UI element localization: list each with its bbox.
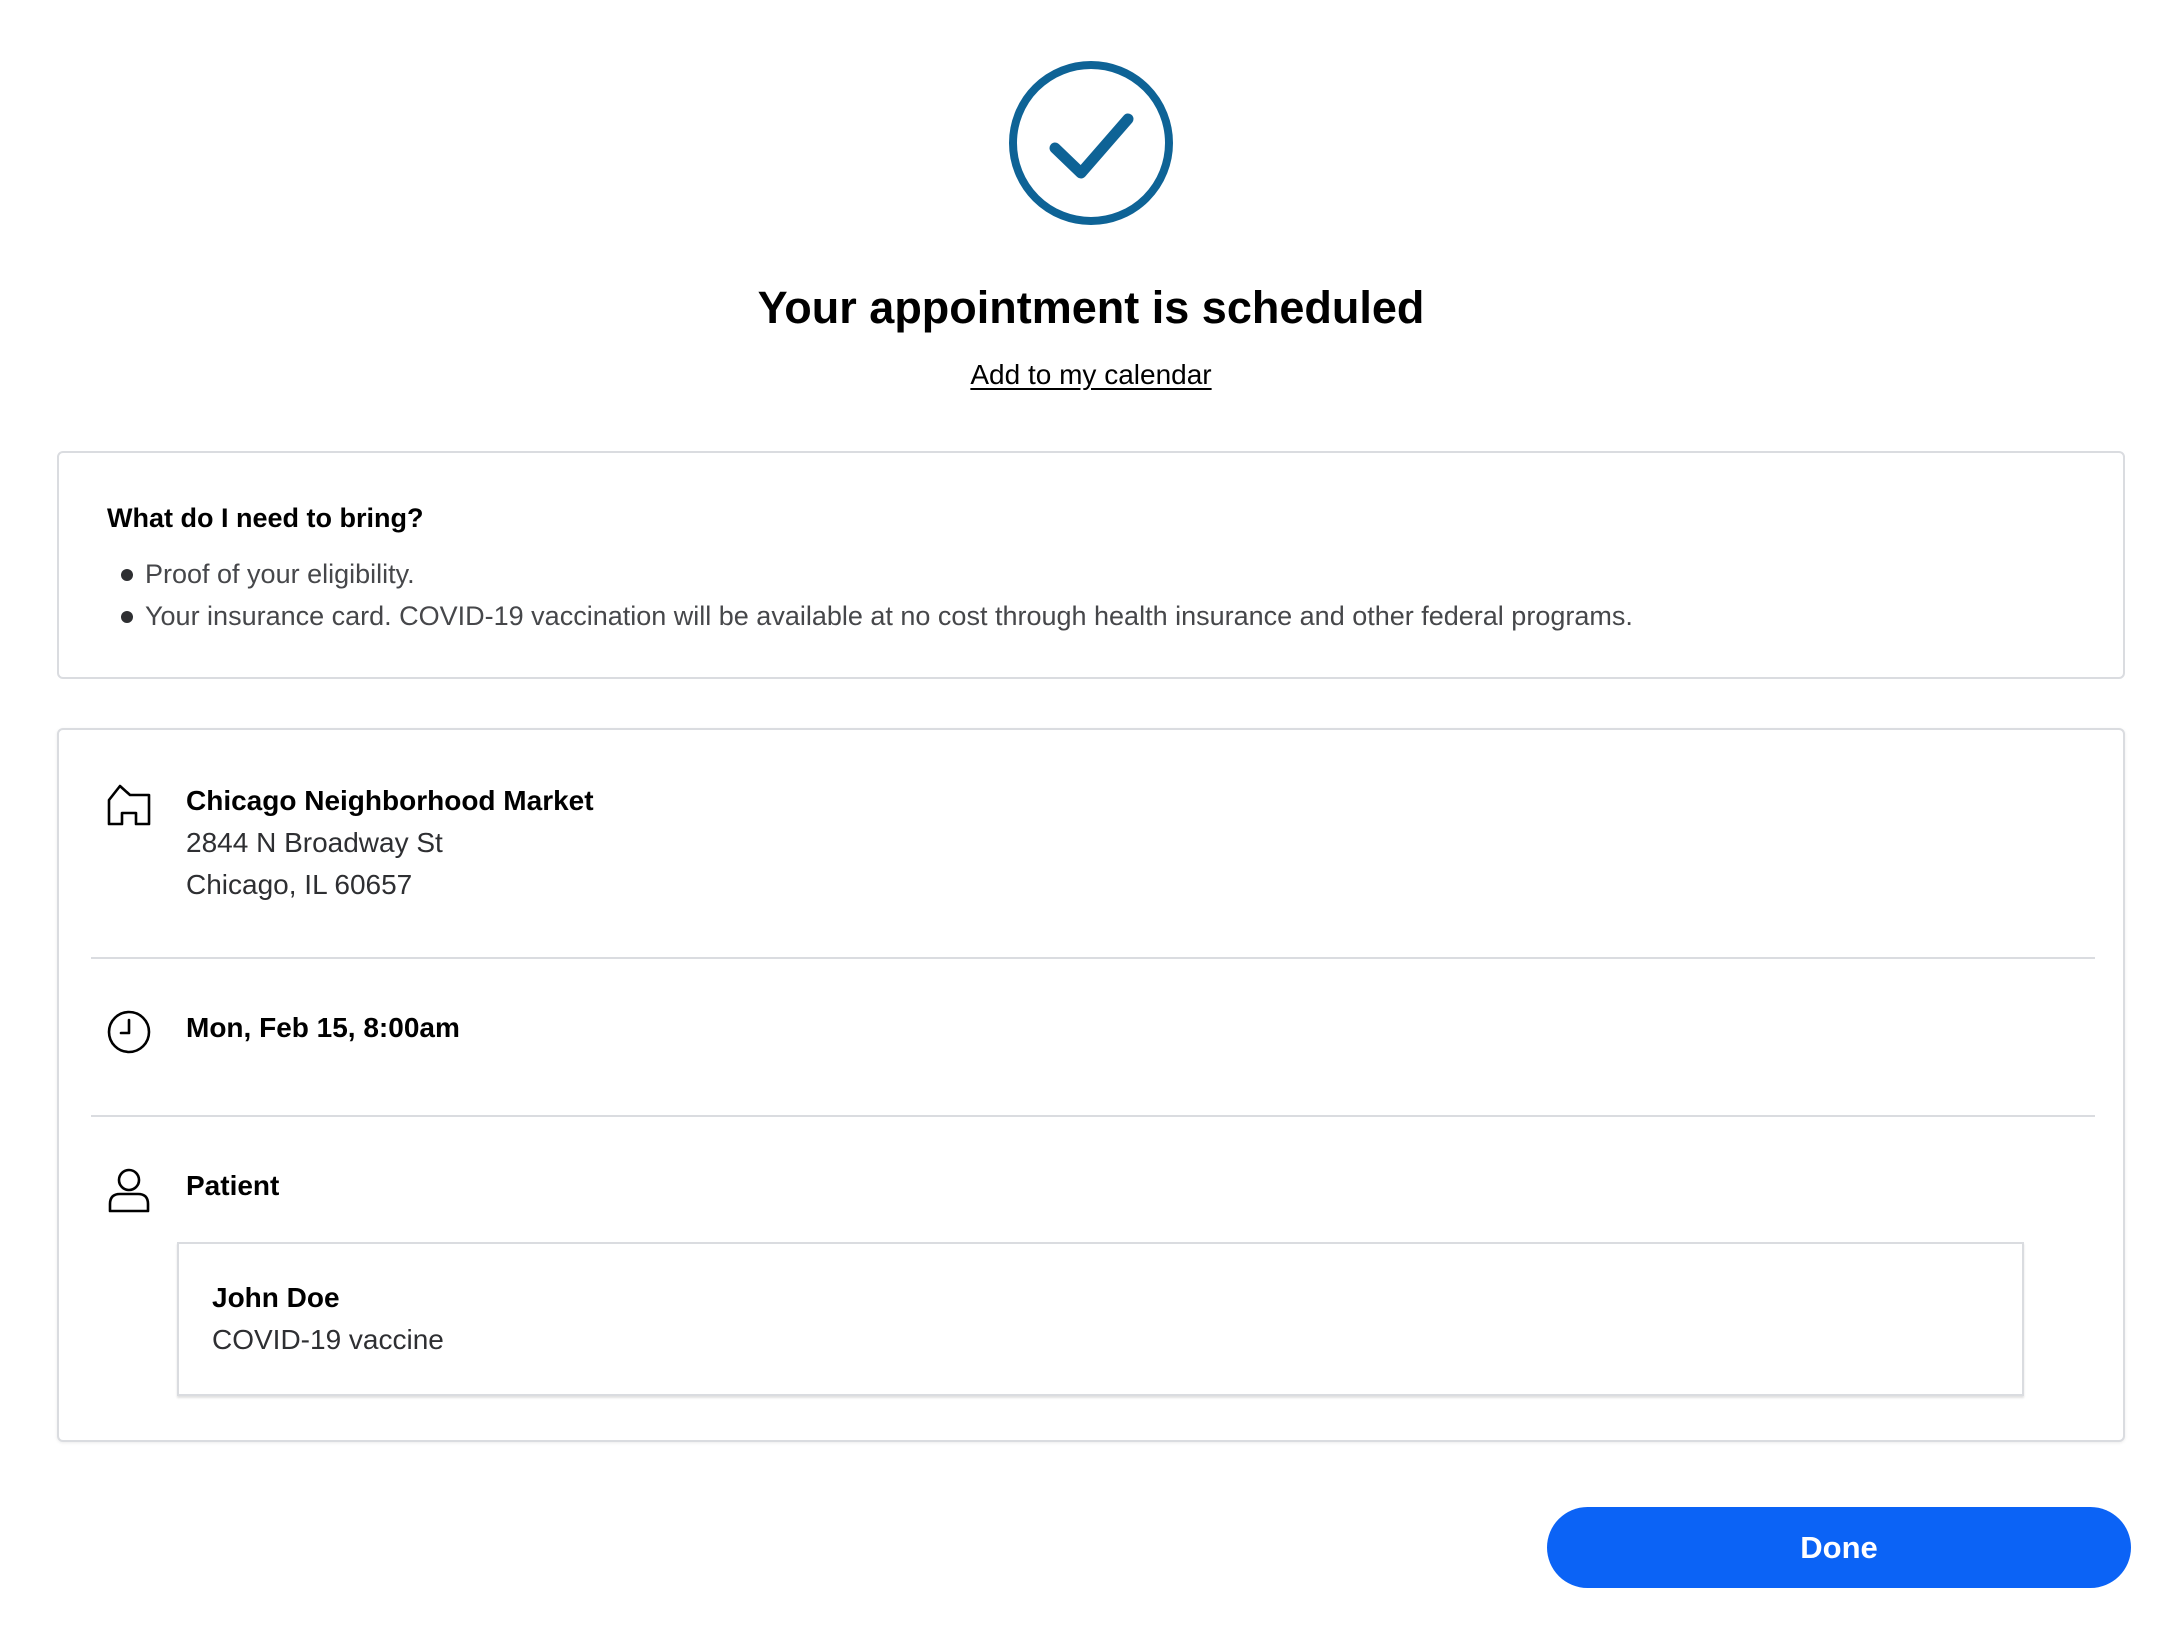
bring-heading: What do I need to bring? xyxy=(107,503,424,533)
list-item: Proof of your eligibility. xyxy=(121,553,1633,595)
page-title: Your appointment is scheduled xyxy=(757,282,1425,333)
list-item: Your insurance card. COVID-19 vaccinatio… xyxy=(121,595,1633,637)
done-button[interactable]: Done xyxy=(1547,1507,2131,1588)
add-to-calendar-link[interactable]: Add to my calendar xyxy=(970,359,1211,390)
store-address-line1: 2844 N Broadway St xyxy=(186,827,443,858)
divider xyxy=(91,957,2095,959)
patient-card: John Doe COVID-19 vaccine xyxy=(177,1242,2024,1396)
store-icon xyxy=(105,781,153,829)
patient-label: Patient xyxy=(186,1170,280,1201)
bring-list: Proof of your eligibility. Your insuranc… xyxy=(121,553,1633,637)
store-name: Chicago Neighborhood Market xyxy=(186,785,594,816)
check-circle-icon xyxy=(1007,59,1175,227)
patient-service: COVID-19 vaccine xyxy=(212,1324,444,1355)
divider xyxy=(91,1115,2095,1117)
what-to-bring-card: What do I need to bring? Proof of your e… xyxy=(57,451,2125,679)
add-to-calendar-row: Add to my calendar xyxy=(0,355,2182,395)
appointment-details-card: Chicago Neighborhood Market 2844 N Broad… xyxy=(57,728,2125,1442)
confirmation-page: Your appointment is scheduled Add to my … xyxy=(0,0,2182,1638)
store-address-line2: Chicago, IL 60657 xyxy=(186,869,413,900)
appointment-datetime: Mon, Feb 15, 8:00am xyxy=(186,1012,460,1043)
clock-icon xyxy=(105,1008,153,1056)
patient-name: John Doe xyxy=(212,1282,340,1313)
person-icon xyxy=(105,1166,153,1214)
